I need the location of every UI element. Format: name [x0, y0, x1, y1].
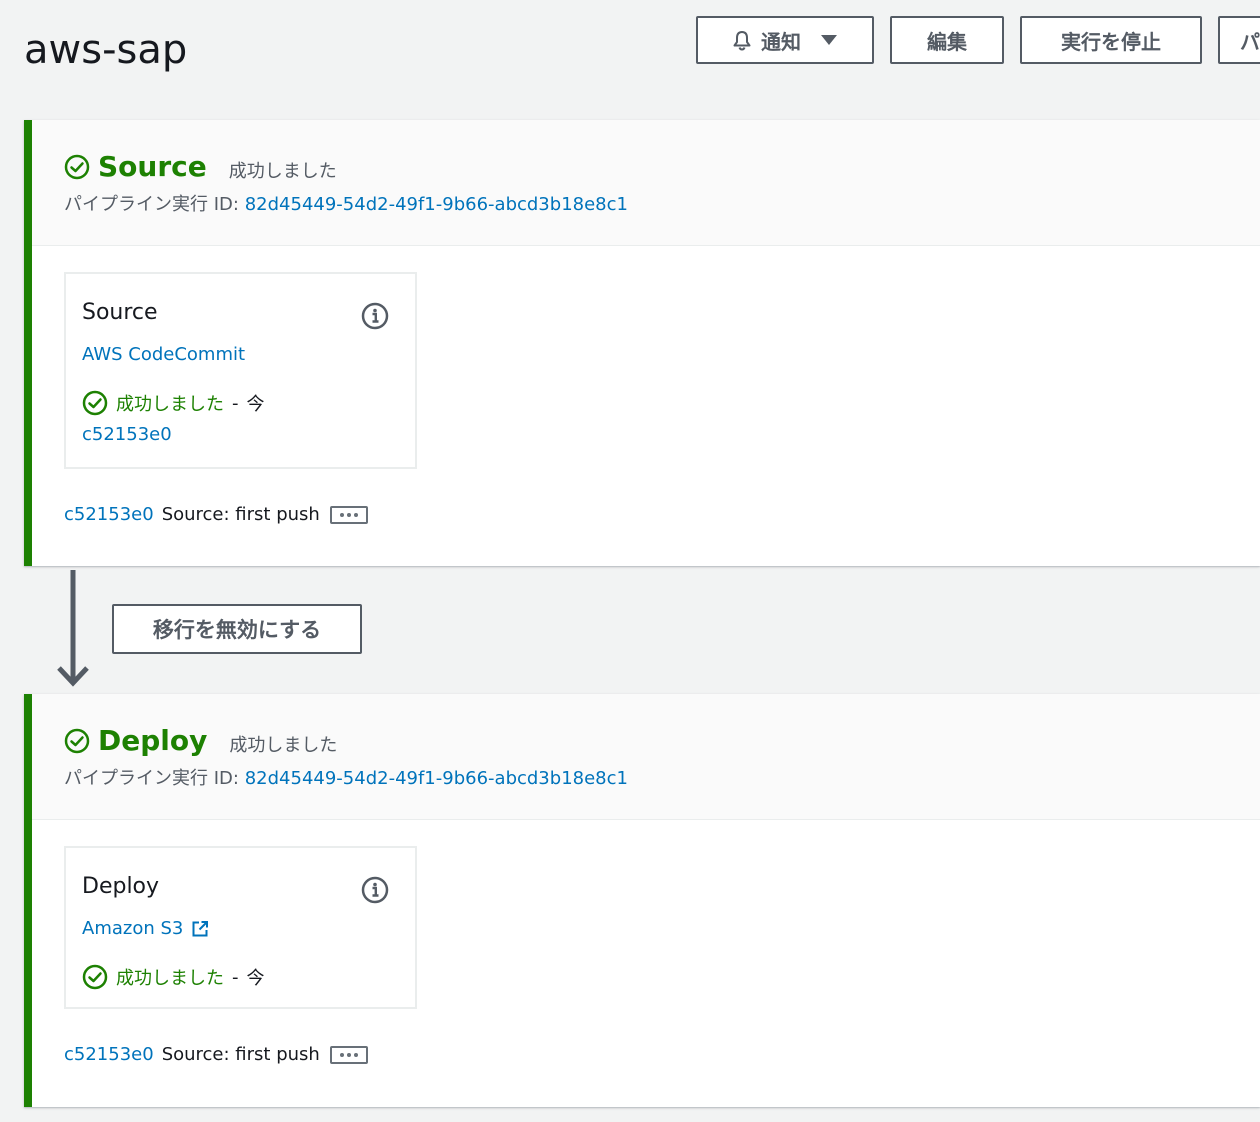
execution-id-link[interactable]: 82d45449-54d2-49f1-9b66-abcd3b18e8c1 — [245, 194, 628, 215]
revision-row: c52153e0 Source: first push — [64, 504, 368, 525]
check-circle-icon — [64, 728, 90, 753]
stage-title-row: Source 成功しました — [64, 150, 337, 183]
stage-name: Source — [98, 150, 207, 183]
edit-button[interactable]: 編集 — [890, 16, 1004, 64]
action-provider: Amazon S3 — [82, 918, 209, 939]
header-actions: 通知 編集 実行を停止 パ — [696, 16, 1260, 64]
execution-id-row: パイプライン実行 ID: 82d45449-54d2-49f1-9b66-abc… — [64, 190, 628, 216]
action-name: Source — [82, 300, 158, 325]
action-card-source: Source AWS CodeCommit 成功しました - 今 c52153e… — [64, 272, 417, 469]
more-options-button[interactable] — [329, 505, 368, 524]
revision-row: c52153e0 Source: first push — [64, 1044, 368, 1065]
bell-icon — [733, 31, 751, 51]
dot-icon — [353, 1052, 358, 1057]
stage-status: 成功しました — [229, 734, 338, 756]
info-icon[interactable] — [361, 876, 389, 904]
status-time: 今 — [246, 968, 265, 989]
action-status-link[interactable]: 成功しました — [116, 964, 224, 990]
stage-title-row: Deploy 成功しました — [64, 724, 337, 757]
revision-id-link[interactable]: c52153e0 — [64, 504, 154, 525]
release-change-button[interactable]: パ — [1218, 16, 1260, 64]
dot-icon — [346, 512, 351, 517]
external-link-icon[interactable] — [191, 920, 209, 938]
stage-source: Source 成功しました パイプライン実行 ID: 82d45449-54d2… — [24, 120, 1260, 566]
execution-id-link[interactable]: 82d45449-54d2-49f1-9b66-abcd3b18e8c1 — [245, 768, 628, 789]
dot-icon — [353, 512, 358, 517]
stop-execution-button[interactable]: 実行を停止 — [1020, 16, 1202, 64]
page-title: aws-sap — [24, 27, 188, 73]
check-circle-icon — [82, 390, 108, 416]
status-separator: - — [232, 392, 239, 414]
transition-arrow-icon — [57, 570, 89, 687]
execution-id-row: パイプライン実行 ID: 82d45449-54d2-49f1-9b66-abc… — [64, 764, 628, 790]
stage-name: Deploy — [98, 724, 208, 757]
stage-deploy: Deploy 成功しました パイプライン実行 ID: 82d45449-54d2… — [24, 694, 1260, 1107]
action-status: 成功しました - 今 — [82, 390, 265, 416]
action-name: Deploy — [82, 874, 160, 899]
revision-message: Source: first push — [161, 504, 320, 525]
dot-icon — [346, 1052, 351, 1057]
revision-id-link[interactable]: c52153e0 — [64, 1044, 154, 1065]
disable-transition-button[interactable]: 移行を無効にする — [112, 604, 362, 654]
provider-link[interactable]: Amazon S3 — [82, 918, 183, 939]
stage-header: Deploy 成功しました パイプライン実行 ID: 82d45449-54d2… — [32, 694, 1260, 820]
execution-id-label: パイプライン実行 ID: — [64, 194, 239, 215]
revision-message: Source: first push — [161, 1044, 320, 1065]
action-status-link[interactable]: 成功しました — [116, 390, 224, 416]
dot-icon — [339, 512, 344, 517]
execution-id-label: パイプライン実行 ID: — [64, 768, 239, 789]
stage-header: Source 成功しました パイプライン実行 ID: 82d45449-54d2… — [32, 120, 1260, 246]
dot-icon — [339, 1052, 344, 1057]
action-provider: AWS CodeCommit — [82, 344, 245, 365]
info-icon[interactable] — [361, 302, 389, 330]
notify-button[interactable]: 通知 — [696, 16, 874, 64]
status-separator: - — [232, 966, 239, 988]
action-card-deploy: Deploy Amazon S3 成功しました - 今 — [64, 846, 417, 1009]
caret-down-icon — [821, 35, 837, 45]
provider-link[interactable]: AWS CodeCommit — [82, 344, 245, 365]
stage-status: 成功しました — [228, 160, 337, 182]
notify-label: 通知 — [761, 29, 801, 54]
more-options-button[interactable] — [329, 1045, 368, 1064]
action-revision-link[interactable]: c52153e0 — [82, 424, 172, 445]
check-circle-icon — [64, 154, 90, 179]
check-circle-icon — [82, 964, 108, 990]
status-time: 今 — [246, 394, 265, 415]
action-status: 成功しました - 今 — [82, 964, 265, 990]
